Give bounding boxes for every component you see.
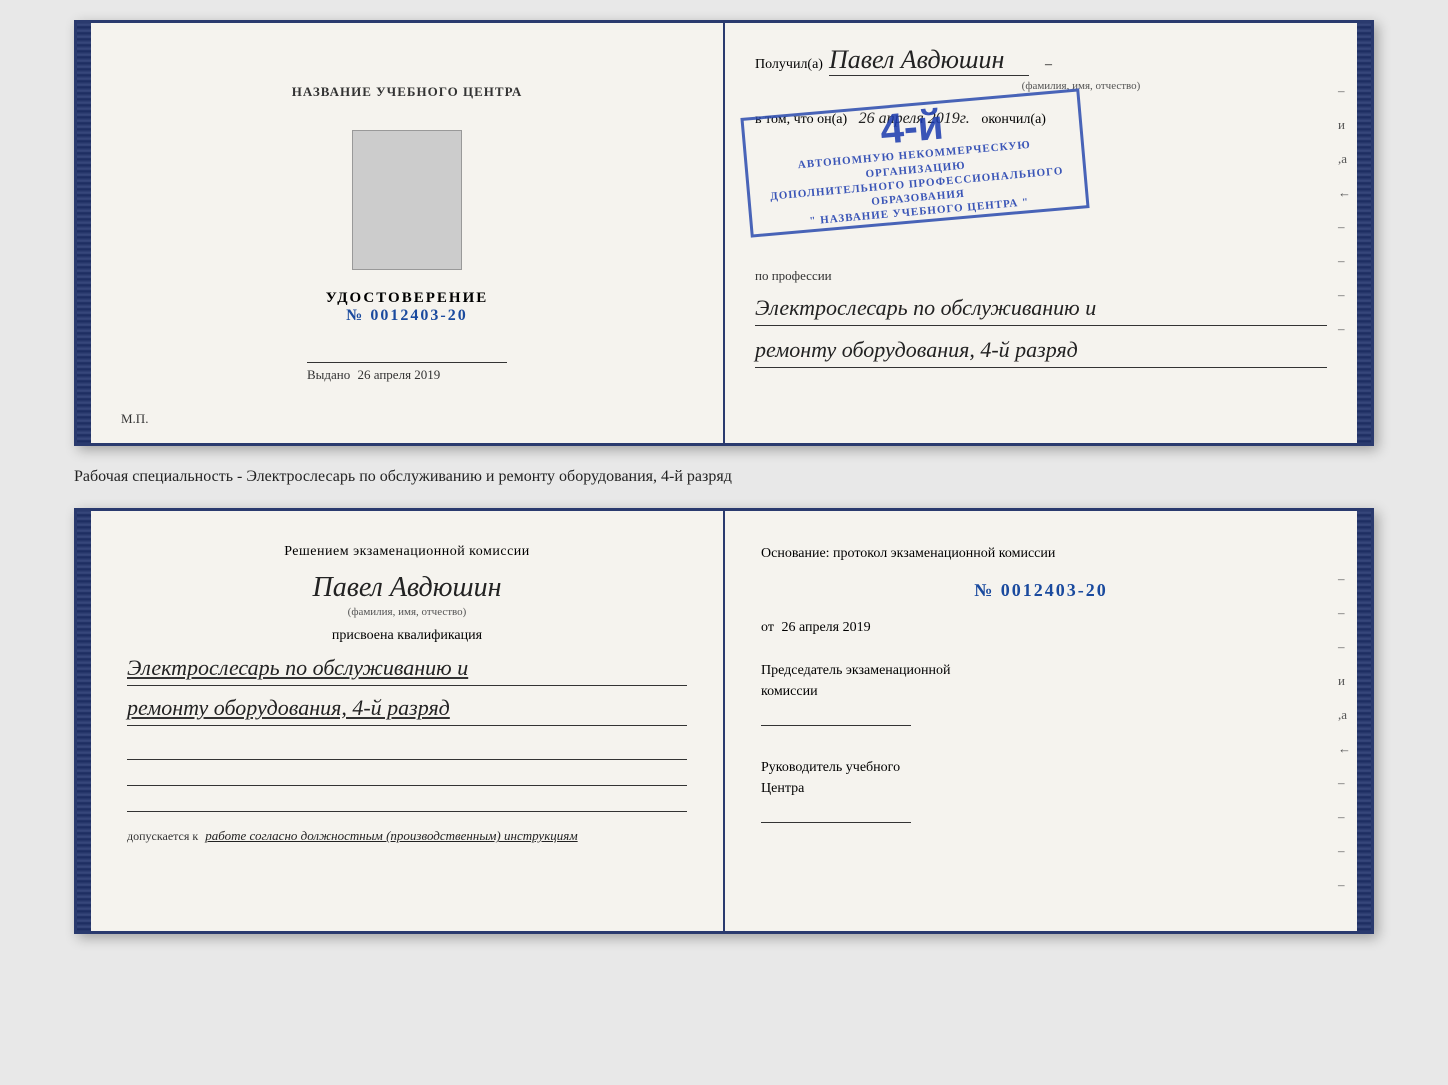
vydano-line: Выдано 26 апреля 2019 xyxy=(307,367,507,383)
udost-number: № 0012403-20 xyxy=(326,307,489,325)
po-professii-label: по профессии xyxy=(755,268,1327,284)
bottom-recipient-name: Павел Авдюшин xyxy=(127,572,687,604)
book-spine-bottom-right xyxy=(1357,511,1371,931)
osnov-label: Основание: протокол экзаменационной коми… xyxy=(761,546,1055,561)
sig-line-3 xyxy=(127,794,687,812)
predsed-line2: комиссии xyxy=(761,681,1321,702)
sig-line-1 xyxy=(127,742,687,760)
udost-title: УДОСТОВЕРЕНИЕ xyxy=(326,290,489,307)
ot-date: 26 апреля 2019 xyxy=(781,620,870,635)
photo-placeholder xyxy=(352,130,462,270)
rukov-sig-line xyxy=(761,805,911,823)
right-edge-marks-top: – и ,а ← – – – – xyxy=(1338,83,1351,337)
sig-line-2 xyxy=(127,768,687,786)
fio-label-top: (фамилия, имя, отчество) xyxy=(835,80,1327,92)
vydano-date: 26 апреля 2019 xyxy=(358,367,441,382)
rukov-line1: Руководитель учебного xyxy=(761,757,1321,778)
book-spine-top-right xyxy=(1357,23,1371,443)
prisvoena-text: присвоена квалификация xyxy=(127,628,687,644)
specialty-text: Рабочая специальность - Электрослесарь п… xyxy=(74,468,732,485)
book-spine-bottom xyxy=(77,511,91,931)
osnov-section: Основание: протокол экзаменационной коми… xyxy=(761,541,1321,640)
top-left-center-title: НАЗВАНИЕ УЧЕБНОГО ЦЕНТРА xyxy=(292,84,523,100)
top-left-page: НАЗВАНИЕ УЧЕБНОГО ЦЕНТРА УДОСТОВЕРЕНИЕ №… xyxy=(91,23,725,443)
vydano-label: Выдано xyxy=(307,367,350,382)
right-edge-marks-bottom: – – – и ,а ← – – – – xyxy=(1338,571,1351,893)
top-document-book: НАЗВАНИЕ УЧЕБНОГО ЦЕНТРА УДОСТОВЕРЕНИЕ №… xyxy=(74,20,1374,446)
ot-label: от xyxy=(761,620,774,635)
resheniem-title: Решением экзаменационной комиссии xyxy=(127,541,687,562)
dopuskaetsya-section: допускается к работе согласно должностны… xyxy=(127,828,687,844)
top-right-page: Получил(a) Павел Авдюшин – (фамилия, имя… xyxy=(725,23,1357,443)
predsed-sig-line xyxy=(761,708,911,726)
rukov-line2: Центра xyxy=(761,778,1321,799)
signature-lines xyxy=(127,742,687,812)
qual-section: Электрослесарь по обслуживанию и ремонту… xyxy=(127,650,687,726)
bottom-right-page: Основание: протокол экзаменационной коми… xyxy=(725,511,1357,931)
predsed-section: Председатель экзаменационной комиссии xyxy=(761,660,1321,733)
qual-line1: Электрослесарь по обслуживанию и xyxy=(127,650,687,686)
bottom-document-book: Решением экзаменационной комиссии Павел … xyxy=(74,508,1374,934)
vydano-section: Выдано 26 апреля 2019 xyxy=(307,345,507,383)
qual-line2: ремонту оборудования, 4-й разряд xyxy=(127,690,687,726)
dopuskaetsya-prefix: допускается к xyxy=(127,829,198,843)
prot-number: № 0012403-20 xyxy=(761,574,1321,606)
profession-line2: ремонту оборудования, 4-й разряд xyxy=(755,332,1327,368)
predsed-line1: Председатель экзаменационной xyxy=(761,660,1321,681)
udost-section: УДОСТОВЕРЕНИЕ № 0012403-20 xyxy=(326,290,489,325)
mp-label: М.П. xyxy=(121,411,148,427)
ot-section: от 26 апреля 2019 xyxy=(761,615,1321,640)
between-text: Рабочая специальность - Электрослесарь п… xyxy=(74,464,1374,490)
poluchil-label: Получил(a) xyxy=(755,57,823,73)
rukov-section: Руководитель учебного Центра xyxy=(761,757,1321,830)
recipient-name: Павел Авдюшин xyxy=(829,45,1004,74)
dopuskaetsya-text: работе согласно должностным (производств… xyxy=(205,828,577,843)
profession-line1: Электрослесарь по обслуживанию и xyxy=(755,290,1327,326)
poluchil-section: Получил(a) Павел Авдюшин – xyxy=(755,45,1327,76)
stamp-big-text: 4-й xyxy=(879,104,946,151)
bottom-left-page: Решением экзаменационной комиссии Павел … xyxy=(91,511,725,931)
fio-label-bottom: (фамилия, имя, отчество) xyxy=(127,606,687,618)
book-spine-top xyxy=(77,23,91,443)
profession-section: по профессии Электрослесарь по обслужива… xyxy=(755,268,1327,368)
